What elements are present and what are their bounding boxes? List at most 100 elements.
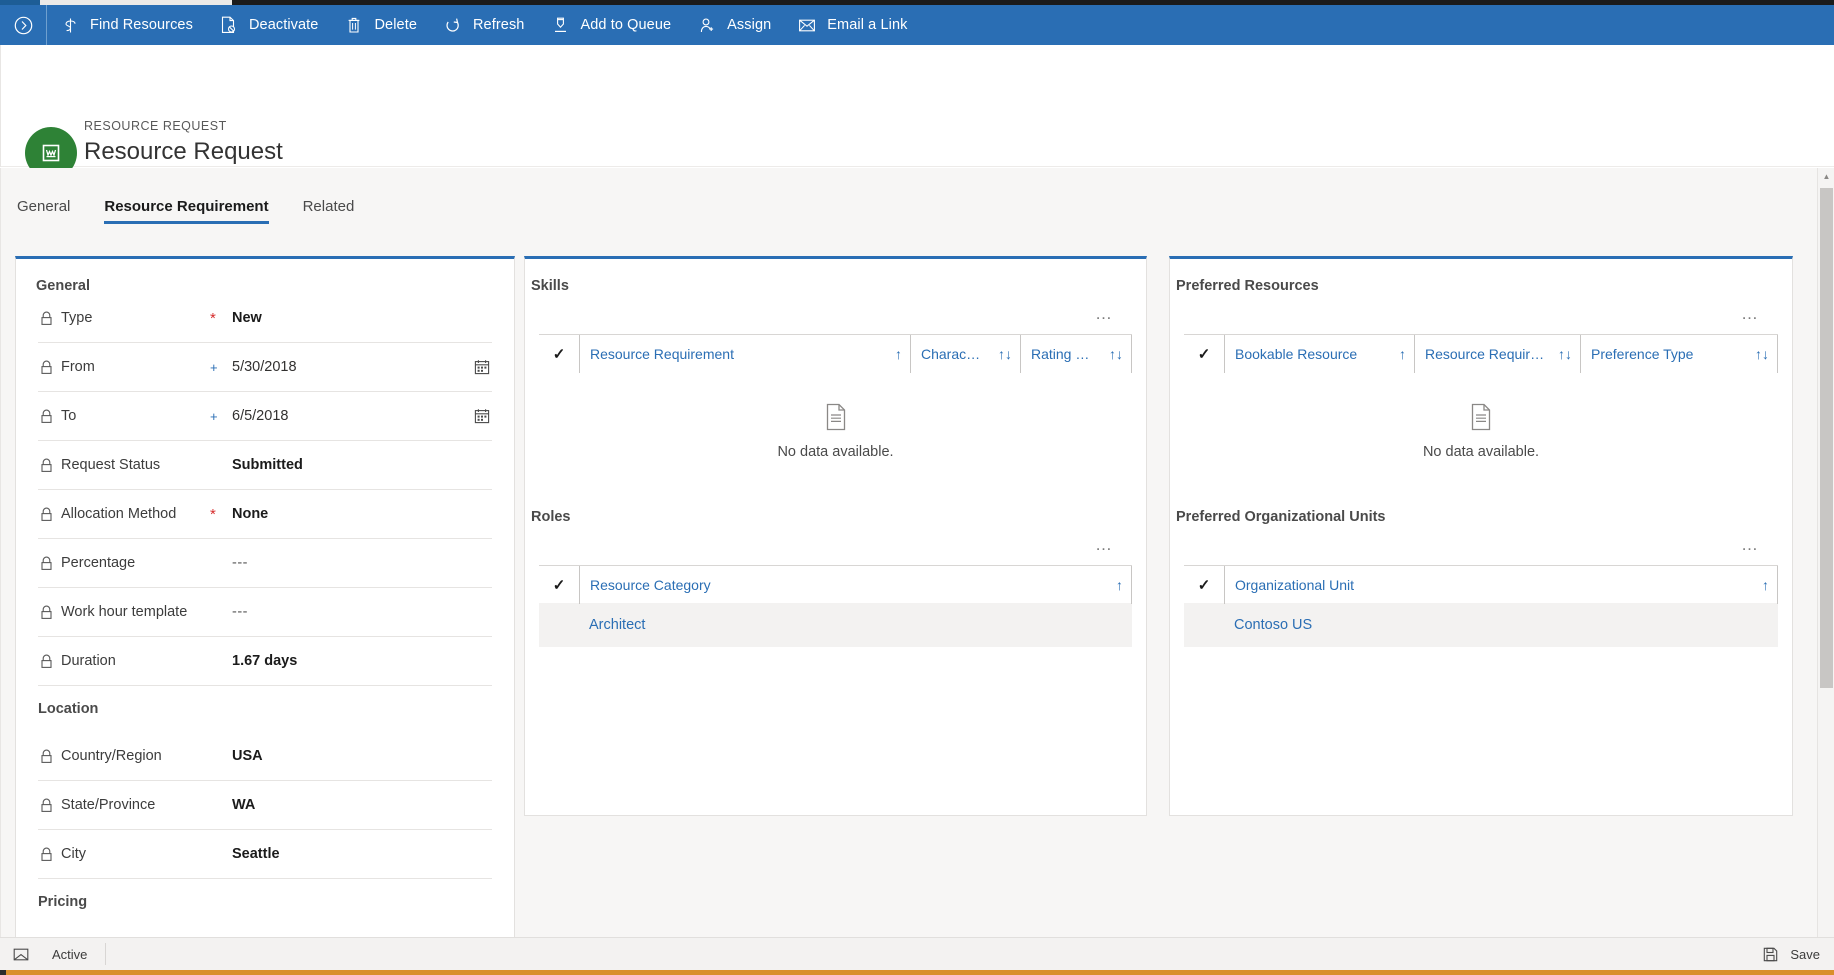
pr-column-preference-type[interactable]: Preference Type ↑↓ bbox=[1580, 334, 1778, 373]
form-state-icon[interactable] bbox=[8, 943, 34, 965]
empty-state-text: No data available. bbox=[777, 443, 894, 460]
footer-left-group: Active bbox=[0, 943, 107, 965]
preferred-resources-card: Preferred Resources … ✓ Bookable Resourc… bbox=[1169, 256, 1793, 816]
preferred-resources-subgrid: … ✓ Bookable Resource ↑ Resource Require… bbox=[1170, 294, 1792, 490]
tab-general[interactable]: General bbox=[0, 198, 87, 224]
roles-cell-resource-category[interactable]: Architect bbox=[579, 617, 645, 633]
select-all-checkmark-icon[interactable]: ✓ bbox=[1184, 576, 1224, 594]
required-marker: * bbox=[210, 505, 216, 523]
field-value-state-province: WA bbox=[232, 797, 256, 813]
preferred-resources-grid-header: ✓ Bookable Resource ↑ Resource Require… … bbox=[1184, 334, 1778, 373]
field-label-text: Allocation Method bbox=[61, 506, 177, 522]
roles-column-resource-category[interactable]: Resource Category ↑ bbox=[579, 565, 1132, 604]
roles-subgrid: … ✓ Resource Category ↑ Architect bbox=[525, 525, 1146, 647]
back-button[interactable] bbox=[0, 5, 46, 45]
field-row-to[interactable]: To + 6/5/2018 bbox=[38, 392, 492, 441]
skills-column-rating[interactable]: Rating … ↑↓ bbox=[1020, 334, 1132, 373]
column-label: Organizational Unit bbox=[1235, 576, 1355, 593]
field-label-percentage: Percentage bbox=[38, 555, 210, 572]
field-label-from: From bbox=[38, 359, 210, 376]
table-row[interactable]: Contoso US bbox=[1184, 603, 1778, 647]
calendar-icon[interactable] bbox=[472, 357, 492, 377]
pou-column-organizational-unit[interactable]: Organizational Unit ↑ bbox=[1224, 565, 1778, 604]
skills-more-commands-button[interactable]: … bbox=[1089, 305, 1120, 323]
field-row-allocation-method[interactable]: Allocation Method * None bbox=[38, 490, 492, 539]
field-row-from[interactable]: From + 5/30/2018 bbox=[38, 343, 492, 392]
roles-more-commands-button[interactable]: … bbox=[1089, 536, 1120, 554]
lock-icon bbox=[38, 846, 55, 863]
general-section-title: General bbox=[36, 278, 90, 294]
footer-right-group[interactable]: Save bbox=[1757, 943, 1834, 965]
tab-resource-requirement[interactable]: Resource Requirement bbox=[87, 198, 285, 224]
preferred-org-units-more-commands-button[interactable]: … bbox=[1735, 536, 1766, 554]
select-all-checkmark-icon[interactable]: ✓ bbox=[539, 576, 579, 594]
field-value-duration: 1.67 days bbox=[232, 653, 298, 669]
field-label-text: Request Status bbox=[61, 457, 161, 473]
field-value-city: Seattle bbox=[232, 846, 280, 862]
field-label-text: Country/Region bbox=[61, 748, 162, 764]
pou-cell-organizational-unit[interactable]: Contoso US bbox=[1224, 617, 1312, 633]
command-add-to-queue[interactable]: Add to Queue bbox=[537, 5, 684, 45]
preferred-org-units-title: Preferred Organizational Units bbox=[1176, 509, 1386, 525]
field-label-city: City bbox=[38, 846, 210, 863]
skills-grid-header: ✓ Resource Requirement ↑ Charac… ↑↓ Rati… bbox=[539, 334, 1132, 373]
sort-ascending-icon: ↑ bbox=[1399, 345, 1406, 362]
field-row-request-status[interactable]: Request Status Submitted bbox=[38, 441, 492, 490]
roles-grid-header: ✓ Resource Category ↑ bbox=[539, 565, 1132, 604]
scrollbar-thumb[interactable] bbox=[1820, 188, 1833, 688]
column-label: Rating … bbox=[1031, 345, 1090, 362]
field-label-request-status: Request Status bbox=[38, 457, 210, 474]
command-delete[interactable]: Delete bbox=[331, 5, 430, 45]
command-bar: Find Resources Deactivate Delete Refresh… bbox=[0, 5, 1834, 45]
field-row-duration[interactable]: Duration 1.67 days bbox=[38, 637, 492, 686]
lock-icon bbox=[38, 555, 55, 572]
field-label-allocation-method: Allocation Method bbox=[38, 506, 210, 523]
command-email-a-link[interactable]: Email a Link bbox=[784, 5, 920, 45]
lock-icon bbox=[38, 359, 55, 376]
field-label-text: State/Province bbox=[61, 797, 156, 813]
field-value-from: 5/30/2018 bbox=[232, 359, 297, 375]
pr-column-bookable-resource[interactable]: Bookable Resource ↑ bbox=[1224, 334, 1414, 373]
command-find-resources[interactable]: Find Resources bbox=[47, 5, 206, 45]
command-label: Find Resources bbox=[90, 17, 193, 33]
command-deactivate[interactable]: Deactivate bbox=[206, 5, 332, 45]
field-row-percentage[interactable]: Percentage --- bbox=[38, 539, 492, 588]
preferred-resources-more-commands-button[interactable]: … bbox=[1735, 305, 1766, 323]
field-label-type: Type bbox=[38, 310, 210, 327]
field-row-country-region[interactable]: Country/Region USA bbox=[38, 732, 492, 781]
command-assign[interactable]: Assign bbox=[684, 5, 784, 45]
sort-both-icon: ↑↓ bbox=[1558, 345, 1572, 362]
field-row-state-province[interactable]: State/Province WA bbox=[38, 781, 492, 830]
command-refresh[interactable]: Refresh bbox=[430, 5, 537, 45]
lock-icon bbox=[38, 604, 55, 621]
resource-request-entity-icon bbox=[42, 144, 60, 162]
field-row-type[interactable]: Type * New bbox=[38, 294, 492, 343]
select-all-checkmark-icon[interactable]: ✓ bbox=[1184, 345, 1224, 363]
command-label: Delete bbox=[374, 17, 417, 33]
sort-both-icon: ↑↓ bbox=[998, 345, 1012, 362]
column-label: Preference Type bbox=[1591, 345, 1694, 362]
field-row-city[interactable]: City Seattle bbox=[38, 830, 492, 879]
skills-column-resource-requirement[interactable]: Resource Requirement ↑ bbox=[579, 334, 910, 373]
add-to-queue-icon bbox=[549, 14, 571, 36]
field-row-work-hour-template[interactable]: Work hour template --- bbox=[38, 588, 492, 637]
form-tab-strip: General Resource Requirement Related bbox=[0, 186, 371, 224]
deactivate-page-icon bbox=[218, 14, 240, 36]
skills-grid-title: Skills bbox=[531, 278, 569, 294]
scroll-up-arrow-icon[interactable]: ▲ bbox=[1818, 168, 1834, 185]
skills-column-characteristic[interactable]: Charac… ↑↓ bbox=[910, 334, 1020, 373]
bottom-accent-dark-edge bbox=[0, 970, 6, 975]
lock-icon bbox=[38, 457, 55, 474]
table-row[interactable]: Architect bbox=[539, 603, 1132, 647]
page-scrollbar[interactable]: ▲ ▼ bbox=[1817, 168, 1834, 953]
tab-related[interactable]: Related bbox=[286, 198, 372, 224]
pr-column-resource-requirement[interactable]: Resource Require… ↑↓ bbox=[1414, 334, 1580, 373]
calendar-icon[interactable] bbox=[472, 406, 492, 426]
preferred-resources-empty-state: No data available. bbox=[1184, 372, 1778, 490]
location-section-title: Location bbox=[38, 701, 99, 717]
field-value-work-hour-template: --- bbox=[232, 604, 248, 620]
select-all-checkmark-icon[interactable]: ✓ bbox=[539, 345, 579, 363]
save-button-label[interactable]: Save bbox=[1790, 947, 1820, 962]
command-label: Add to Queue bbox=[580, 17, 672, 33]
column-label: Resource Require… bbox=[1425, 345, 1548, 362]
